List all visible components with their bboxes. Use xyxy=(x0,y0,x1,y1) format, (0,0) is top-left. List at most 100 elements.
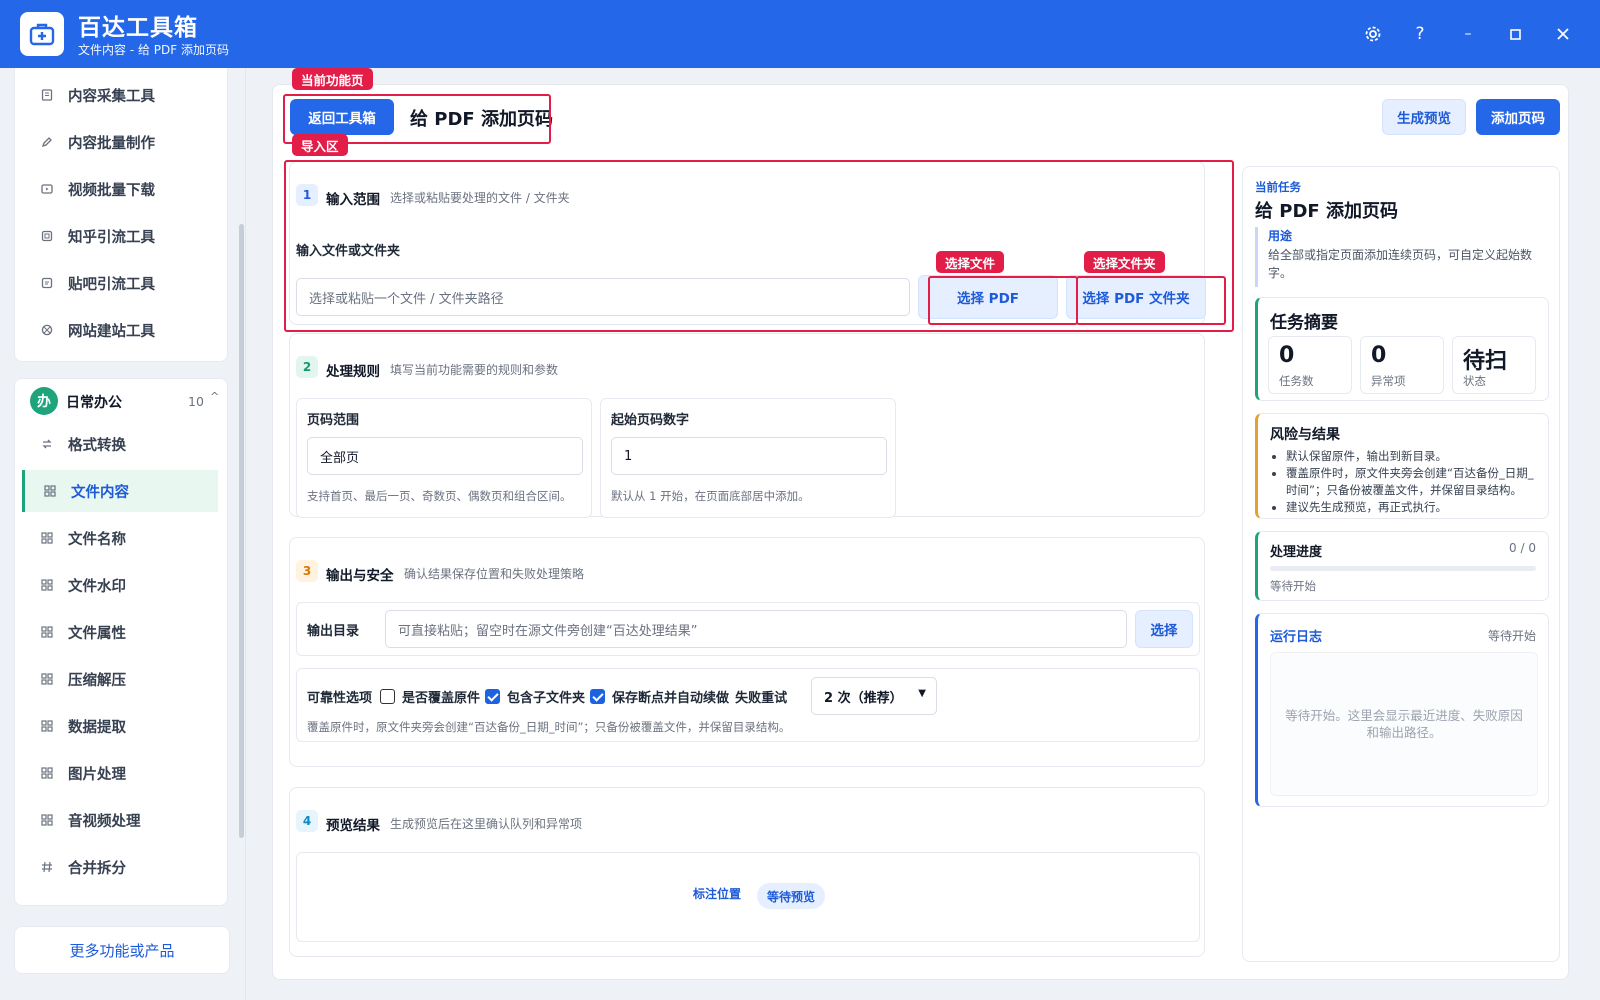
app-title: 百达工具箱 xyxy=(78,15,198,41)
section-desc: 确认结果保存位置和失败处理策略 xyxy=(404,567,585,581)
sidebar-item-label: 视频批量下载 xyxy=(68,182,155,199)
sidebar-item-1[interactable]: 内容采集工具 xyxy=(22,74,218,116)
sidebar-item-6[interactable]: 压缩解压 xyxy=(22,658,218,700)
output-dir-input[interactable]: 可直接粘贴；留空时在源文件旁创建“百达处理结果” xyxy=(385,610,1127,648)
sidebar-item-label: 数据提取 xyxy=(68,719,126,736)
start-number-input[interactable]: 1 xyxy=(611,437,887,475)
sidebar-item-5[interactable]: 贴吧引流工具 xyxy=(22,262,218,304)
usage-box: 用途 给全部或指定页面添加连续页码，可自定义起始数字。 xyxy=(1255,227,1549,287)
grid-icon xyxy=(40,719,54,733)
stat-error-count: 0 异常项 xyxy=(1360,336,1444,394)
sidebar-item-5[interactable]: 文件属性 xyxy=(22,611,218,653)
sidebar-item-9[interactable]: 音视频处理 xyxy=(22,799,218,841)
close-icon[interactable] xyxy=(1551,22,1575,46)
annotation-import-tag: 导入区 xyxy=(292,134,348,156)
overwrite-label[interactable]: 是否覆盖原件 xyxy=(402,687,480,706)
include-subfolders-checkbox[interactable] xyxy=(485,689,501,704)
sidebar-item-2[interactable]: 文件内容 xyxy=(22,470,218,512)
page-range-card: 页码范围 全部页 支持首页、最后一页、奇数页、偶数页和组合区间。 xyxy=(296,398,592,518)
sidebar-item-label: 贴吧引流工具 xyxy=(68,276,155,293)
sidebar-item-label: 网站建站工具 xyxy=(68,323,155,340)
page-range-input[interactable]: 全部页 xyxy=(307,437,583,475)
sidebar-item-label: 文件名称 xyxy=(68,531,126,548)
chevron-up-icon[interactable]: ^ xyxy=(210,390,219,403)
section-desc: 选择或粘贴要处理的文件 / 文件夹 xyxy=(390,191,570,205)
select-pdf-folder-button[interactable]: 选择 PDF 文件夹 xyxy=(1066,275,1206,319)
progress-value: 0 / 0 xyxy=(1509,541,1536,555)
task-summary-card: 任务摘要 0 任务数 0 异常项 待扫 状态 xyxy=(1255,297,1549,401)
section-title: 处理规则 xyxy=(326,364,380,380)
risk-title: 风险与结果 xyxy=(1270,427,1340,443)
sidebar-item-6[interactable]: 网站建站工具 xyxy=(22,309,218,351)
help-icon[interactable]: ? xyxy=(1408,22,1432,46)
section-title: 输出与安全 xyxy=(326,568,394,584)
progress-card: 处理进度 0 / 0 等待开始 xyxy=(1255,531,1549,601)
globe-icon xyxy=(40,323,54,337)
select-pdf-button[interactable]: 选择 PDF xyxy=(918,275,1058,319)
grid-icon xyxy=(40,625,54,639)
group-title[interactable]: 日常办公 xyxy=(66,392,122,412)
chevron-down-icon: ▼ xyxy=(918,688,926,699)
sidebar-item-label: 音视频处理 xyxy=(68,813,141,830)
page-range-label: 页码范围 xyxy=(307,413,360,428)
usage-label: 用途 xyxy=(1268,229,1293,243)
section-number: 3 xyxy=(296,560,318,582)
section-rules: 2 处理规则 填写当前功能需要的规则和参数 页码范围 全部页 支持首页、最后一页… xyxy=(289,333,1205,518)
group-badge: 办 xyxy=(30,387,58,415)
hash-icon xyxy=(40,860,54,874)
select-output-button[interactable]: 选择 xyxy=(1135,610,1193,648)
sidebar-item-8[interactable]: 图片处理 xyxy=(22,752,218,794)
sidebar-item-label: 文件水印 xyxy=(68,578,126,595)
sidebar-item-4[interactable]: 文件水印 xyxy=(22,564,218,606)
list-item: 建议先生成预览，再正式执行。 xyxy=(1286,499,1542,516)
reliability-options: 可靠性选项 是否覆盖原件 包含子文件夹 保存断点并自动续做 失败重试 2 次（推… xyxy=(296,668,1200,742)
run-log-output: 等待开始。这里会显示最近进度、失败原因和输出路径。 xyxy=(1270,652,1538,796)
mark-position-link[interactable]: 标注位置 xyxy=(693,885,741,902)
progress-bar xyxy=(1270,566,1536,571)
app-logo-icon xyxy=(20,12,64,56)
sidebar-item-2[interactable]: 内容批量制作 xyxy=(22,121,218,163)
output-dir-row: 输出目录 可直接粘贴；留空时在源文件旁创建“百达处理结果” 选择 xyxy=(296,602,1200,656)
reliability-hint: 覆盖原件时，原文件夹旁会创建“百达备份_日期_时间”；只备份被覆盖文件，并保留目… xyxy=(307,720,791,734)
grid-icon xyxy=(40,766,54,780)
section-number: 1 xyxy=(296,184,318,206)
page-title: 给 PDF 添加页码 xyxy=(410,109,553,130)
sidebar-item-7[interactable]: 数据提取 xyxy=(22,705,218,747)
more-products-link[interactable]: 更多功能或产品 xyxy=(14,926,230,974)
sidebar-item-4[interactable]: 知乎引流工具 xyxy=(22,215,218,257)
sidebar-item-1[interactable]: 格式转换 xyxy=(22,423,218,465)
output-dir-label: 输出目录 xyxy=(307,624,360,639)
include-subfolders-label[interactable]: 包含子文件夹 xyxy=(507,687,585,706)
sidebar-item-3[interactable]: 视频批量下载 xyxy=(22,168,218,210)
zhihu-icon xyxy=(40,229,54,243)
minimize-icon[interactable]: – xyxy=(1456,22,1480,46)
annotation-select-file-tag: 选择文件 xyxy=(936,251,1005,273)
maximize-icon[interactable] xyxy=(1503,22,1527,46)
back-to-toolbox-button[interactable]: 返回工具箱 xyxy=(290,99,394,135)
retry-select[interactable]: 2 次（推荐） ▼ xyxy=(811,677,937,715)
page-range-hint: 支持首页、最后一页、奇数页、偶数页和组合区间。 xyxy=(307,489,572,503)
sidebar-scrollbar[interactable] xyxy=(239,224,244,838)
sidebar-item-label: 文件属性 xyxy=(68,625,126,642)
sidebar-item-3[interactable]: 文件名称 xyxy=(22,517,218,559)
overwrite-checkbox[interactable] xyxy=(380,689,396,704)
input-path-field[interactable]: 选择或粘贴一个文件 / 文件夹路径 xyxy=(296,278,910,316)
section-desc: 生成预览后在这里确认队列和异常项 xyxy=(390,817,583,831)
task-summary-title: 任务摘要 xyxy=(1270,313,1338,333)
swap-icon xyxy=(40,437,54,451)
sidebar-item-label: 压缩解压 xyxy=(68,672,126,689)
list-item: 默认保留原件，输出到新目录。 xyxy=(1286,448,1542,465)
run-log-status: 等待开始 xyxy=(1487,629,1536,643)
resume-label[interactable]: 保存断点并自动续做 xyxy=(612,687,729,706)
sidebar-item-10[interactable]: 合并拆分 xyxy=(22,846,218,888)
grid-icon xyxy=(40,578,54,592)
gear-icon[interactable] xyxy=(1361,22,1385,46)
add-page-numbers-button[interactable]: 添加页码 xyxy=(1476,99,1560,135)
current-task-title: 给 PDF 添加页码 xyxy=(1255,201,1398,222)
run-log-card: 运行日志 等待开始 等待开始。这里会显示最近进度、失败原因和输出路径。 xyxy=(1255,613,1549,807)
run-log-title: 运行日志 xyxy=(1270,630,1323,645)
resume-checkbox[interactable] xyxy=(590,689,606,704)
preview-status-badge: 等待预览 xyxy=(757,883,826,909)
sidebar-item-label: 图片处理 xyxy=(68,766,126,783)
generate-preview-button[interactable]: 生成预览 xyxy=(1382,99,1466,135)
